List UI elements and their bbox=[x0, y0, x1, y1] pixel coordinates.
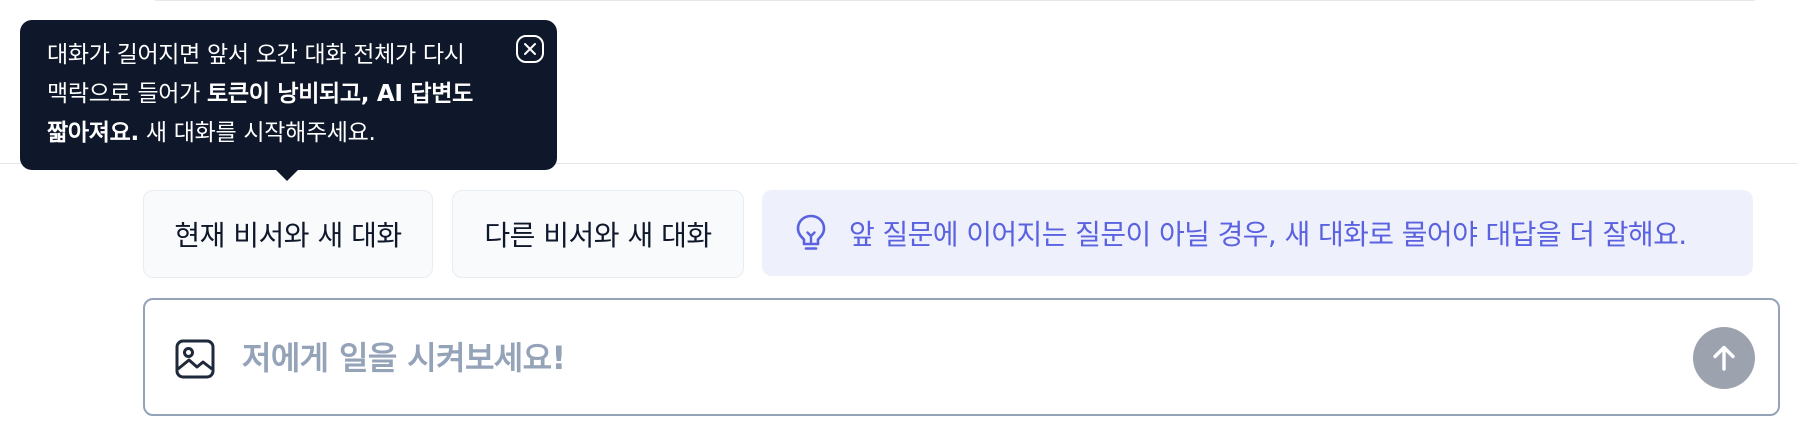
new-chat-tooltip: 대화가 길어지면 앞서 오간 대화 전체가 다시 맥락으로 들어가 토큰이 낭비… bbox=[20, 20, 557, 170]
button-label: 현재 비서와 새 대화 bbox=[174, 219, 402, 252]
image-icon bbox=[175, 339, 215, 379]
close-icon bbox=[516, 35, 544, 63]
tooltip-close-button[interactable] bbox=[515, 34, 545, 64]
chat-composer bbox=[143, 298, 1780, 416]
prompt-input[interactable] bbox=[240, 325, 1584, 391]
send-button[interactable] bbox=[1693, 327, 1755, 389]
tip-text: 앞 질문에 이어지는 질문이 아닐 경우, 새 대화로 물어야 대답을 더 잘해… bbox=[849, 218, 1687, 251]
top-divider bbox=[155, 0, 1755, 1]
lightbulb-icon bbox=[796, 214, 826, 250]
new-chat-current-assistant-button[interactable]: 현재 비서와 새 대화 bbox=[143, 190, 433, 278]
arrow-up-icon bbox=[1713, 345, 1735, 371]
button-label: 다른 비서와 새 대화 bbox=[484, 219, 712, 252]
new-chat-other-assistant-button[interactable]: 다른 비서와 새 대화 bbox=[452, 190, 744, 278]
attach-image-button[interactable] bbox=[174, 338, 216, 380]
tooltip-pointer bbox=[274, 168, 300, 181]
tip-banner: 앞 질문에 이어지는 질문이 아닐 경우, 새 대화로 물어야 대답을 더 잘해… bbox=[762, 190, 1753, 276]
tooltip-line-2: 맥락으로 들어가 토큰이 낭비되고, AI 답변도 bbox=[47, 81, 473, 107]
tooltip-emphasis: 토큰이 낭비되고, AI 답변도 bbox=[207, 81, 473, 107]
tooltip-line-3: 짧아져요. 새 대화를 시작해주세요. bbox=[47, 120, 376, 146]
tooltip-emphasis: 짧아져요. bbox=[47, 120, 139, 146]
tooltip-line-1: 대화가 길어지면 앞서 오간 대화 전체가 다시 bbox=[47, 42, 465, 68]
